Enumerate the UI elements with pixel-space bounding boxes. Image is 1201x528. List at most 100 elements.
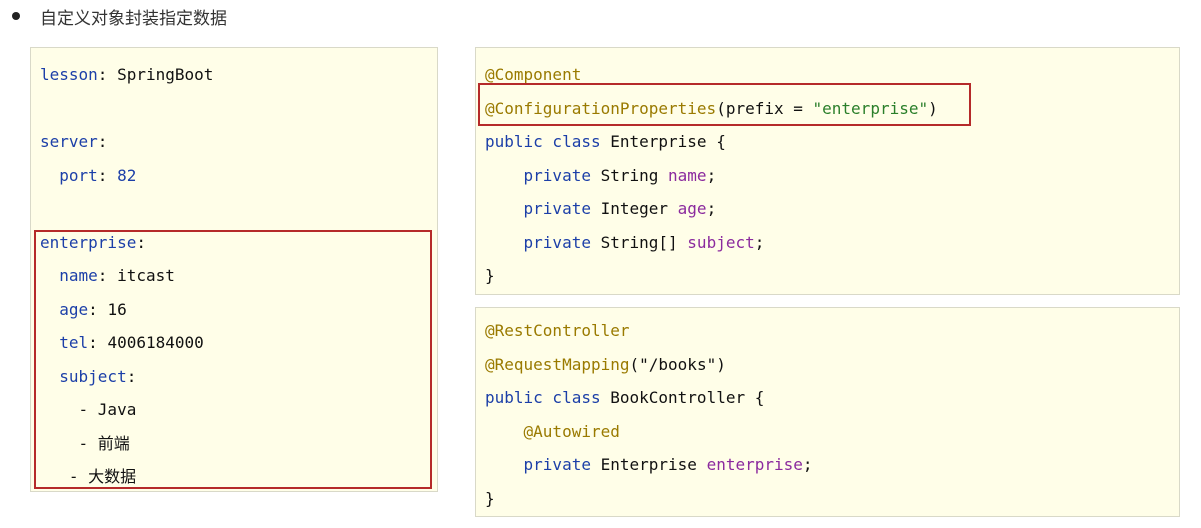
code-token: private — [485, 165, 601, 185]
code-token: : — [97, 132, 108, 151]
code-token: @RequestMapping — [485, 354, 630, 374]
code-token: ( — [629, 354, 640, 374]
code-token: ; — [754, 232, 765, 252]
code-token: port — [59, 165, 98, 185]
code-token: Enterprise — [600, 455, 707, 474]
code-token: ) — [928, 98, 938, 118]
code-token: } — [485, 488, 495, 508]
code-line: @Component — [485, 58, 938, 92]
code-token: itcast — [117, 266, 175, 285]
code-line: - 前端 — [40, 427, 213, 461]
code-line: @RequestMapping("/books") — [485, 348, 813, 382]
code-token: name — [59, 266, 98, 285]
code-token: 82 — [117, 165, 137, 185]
heading-text: 自定义对象封装指定数据 — [40, 8, 227, 29]
code-token: - — [40, 400, 98, 419]
code-token: Enterprise { — [610, 132, 726, 151]
code-token: lesson — [40, 65, 98, 84]
slide-heading: 自定义对象封装指定数据 — [12, 2, 227, 30]
code-token: 前端 — [97, 433, 130, 453]
code-token: public class — [485, 132, 611, 151]
code-token: Java — [97, 400, 137, 419]
code-token: 4006184000 — [107, 333, 204, 352]
code-line: @Autowired — [485, 415, 813, 449]
enterprise-class-code: @Component @ConfigurationProperties(prefi… — [485, 58, 938, 293]
code-token: : — [97, 65, 118, 84]
code-token: } — [485, 266, 495, 285]
code-token: @ConfigurationProperties — [485, 98, 717, 118]
code-token: ; — [706, 199, 717, 218]
code-token: String — [600, 165, 669, 185]
code-token: @RestController — [485, 321, 630, 340]
code-line: @ConfigurationProperties(prefix = "enter… — [485, 92, 938, 126]
code-line: - Java — [40, 393, 213, 427]
code-token: enterprise — [40, 232, 137, 252]
code-token: String[] — [600, 232, 688, 252]
code-line: } — [485, 259, 938, 293]
code-token: Integer — [600, 199, 678, 218]
code-token: BookController { — [610, 388, 765, 407]
code-token: "/books" — [639, 354, 717, 374]
code-line: public class BookController { — [485, 381, 813, 415]
code-token: SpringBoot — [117, 65, 214, 84]
code-token: subject — [59, 366, 127, 386]
code-line: private String name; — [485, 159, 938, 193]
code-line: subject: — [40, 360, 213, 394]
code-token: 大数据 — [88, 467, 137, 486]
code-token: subject — [687, 232, 755, 252]
code-line: age: 16 — [40, 293, 213, 327]
book-controller-code: @RestController @RequestMapping("/books")… — [485, 314, 813, 515]
book-controller-panel: @RestController @RequestMapping("/books")… — [475, 307, 1180, 517]
code-token: public class — [485, 388, 611, 407]
code-line: public class Enterprise { — [485, 125, 938, 159]
bullet-icon — [12, 12, 20, 20]
code-token: (prefix = — [716, 98, 813, 118]
yaml-config-panel: lesson: SpringBoot server: port: 82 enterp… — [30, 47, 438, 492]
code-line: private String[] subject; — [485, 226, 938, 260]
code-token: age — [677, 199, 707, 218]
code-token: 16 — [107, 299, 127, 319]
code-token: server — [40, 132, 98, 151]
code-token: @Autowired — [523, 421, 620, 441]
code-token: name — [668, 165, 707, 185]
code-token: private — [485, 232, 601, 252]
code-line: private Enterprise enterprise; — [485, 448, 813, 482]
code-token: tel — [59, 333, 89, 352]
code-token: ; — [706, 165, 717, 185]
code-token: age — [59, 299, 89, 319]
enterprise-class-panel: @Component @ConfigurationProperties(prefi… — [475, 47, 1180, 295]
code-line: tel: 4006184000 — [40, 326, 213, 360]
code-token: - — [40, 467, 89, 486]
code-token: - — [40, 433, 98, 453]
code-token: : — [88, 333, 108, 352]
code-line: @RestController — [485, 314, 813, 348]
code-token: @Component — [485, 65, 582, 84]
code-token: : — [97, 165, 118, 185]
code-line: lesson: SpringBoot — [40, 58, 213, 92]
code-token: : — [136, 232, 146, 252]
code-line: server: — [40, 125, 213, 159]
code-token: ) — [716, 354, 726, 374]
code-line: } — [485, 482, 813, 516]
code-token: : — [88, 299, 108, 319]
yaml-code: lesson: SpringBoot server: port: 82 enterp… — [40, 58, 213, 494]
code-token: ; — [802, 455, 813, 474]
code-line: private Integer age; — [485, 192, 938, 226]
code-line: - 大数据 — [40, 460, 213, 494]
code-token: private — [485, 199, 601, 218]
code-line: enterprise: — [40, 226, 213, 260]
code-token: : — [126, 366, 137, 386]
code-token: "enterprise" — [812, 98, 929, 118]
code-token: : — [97, 266, 118, 285]
code-line: port: 82 — [40, 159, 213, 193]
code-token: enterprise — [706, 455, 803, 474]
code-line: name: itcast — [40, 259, 213, 293]
